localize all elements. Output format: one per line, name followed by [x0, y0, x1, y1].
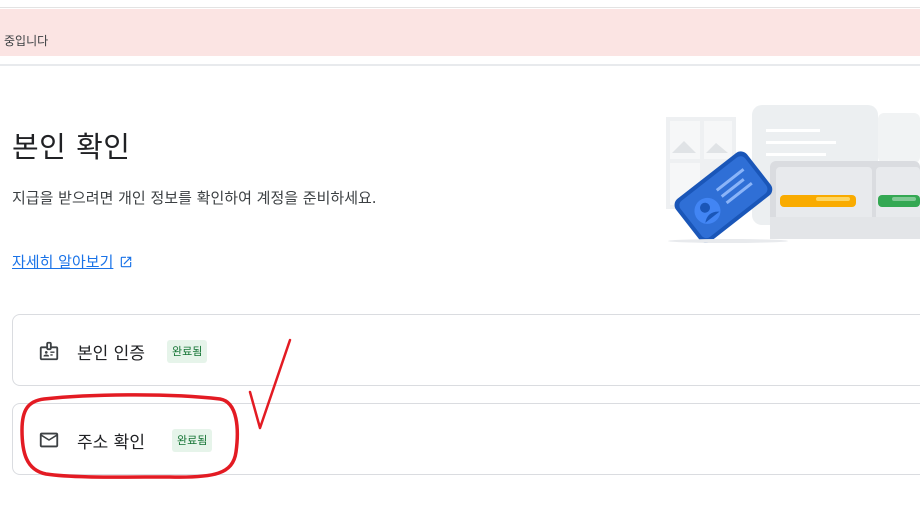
mail-icon [39, 432, 59, 448]
section-divider [0, 64, 920, 66]
alert-banner: 중입니다 [0, 9, 920, 56]
alert-banner-text: 중입니다 [4, 34, 49, 48]
identity-verification-card[interactable]: 본인 인증 완료됨 [12, 314, 920, 386]
status-badge: 완료됨 [167, 340, 208, 363]
step-label: 주소 확인 [77, 433, 145, 453]
learn-more-label: 자세히 알아보기 [12, 253, 114, 271]
step-label: 본인 인증 [77, 344, 145, 364]
top-border [0, 0, 920, 8]
id-badge-icon [39, 341, 59, 361]
learn-more-link[interactable]: 자세히 알아보기 [12, 251, 133, 272]
status-badge: 완료됨 [172, 429, 213, 452]
page-title: 본인 확인 [12, 130, 131, 164]
external-link-icon [121, 256, 132, 267]
address-verification-card[interactable]: 주소 확인 완료됨 [12, 403, 920, 475]
verification-illustration [666, 105, 920, 243]
page-description: 지급을 받으려면 개인 정보를 확인하여 계정을 준비하세요. [12, 189, 377, 207]
